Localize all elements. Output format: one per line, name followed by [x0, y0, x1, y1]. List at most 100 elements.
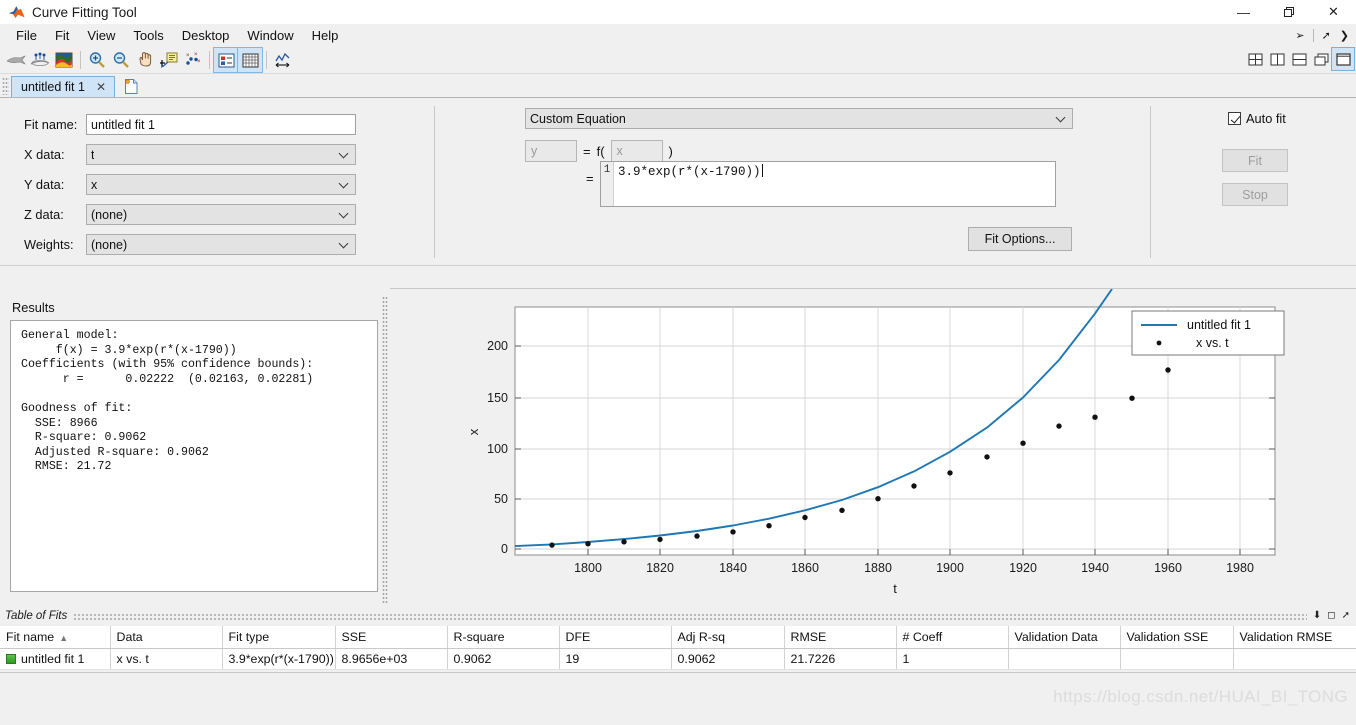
results-output-box[interactable]: General model: f(x) = 3.9*exp(r*(x-1790)…	[10, 320, 378, 592]
zoom-out-icon[interactable]	[109, 48, 133, 72]
menu-tools[interactable]: Tools	[124, 25, 172, 46]
minimize-panel-icon[interactable]: ⬇	[1313, 611, 1321, 621]
table-of-fits: Fit name ▲ Data Fit type SSE R-square DFE…	[0, 626, 1356, 670]
x-data-label: X data:	[24, 147, 65, 162]
grid-toggle-icon[interactable]	[237, 47, 263, 73]
column-header-adj-r-sq[interactable]: Adj R-sq	[671, 626, 785, 649]
stop-button-label: Stop	[1242, 187, 1268, 202]
svg-text:1800: 1800	[574, 561, 602, 575]
column-header-validation-rmse[interactable]: Validation RMSE	[1233, 626, 1356, 649]
column-header-validation-sse[interactable]: Validation SSE	[1120, 626, 1234, 649]
restore-icon	[1283, 7, 1294, 17]
table-header-row: Fit name ▲ Data Fit type SSE R-square DFE…	[0, 626, 1356, 649]
dependent-variable-input[interactable]: y	[525, 140, 577, 162]
zoom-in-icon[interactable]	[85, 48, 109, 72]
column-header-data[interactable]: Data	[110, 626, 223, 649]
menu-window[interactable]: Window	[238, 25, 302, 46]
column-header-rmse[interactable]: RMSE	[784, 626, 897, 649]
weights-select[interactable]: (none)	[86, 234, 356, 255]
maximize-button[interactable]	[1266, 0, 1311, 24]
text-caret	[761, 164, 763, 177]
exclude-outliers-icon[interactable]	[28, 48, 52, 72]
maximize-panel-icon[interactable]: ◻	[1327, 611, 1335, 621]
fit-name-value: untitled fit 1	[91, 117, 155, 132]
layout-horizontal-icon[interactable]	[1288, 48, 1310, 70]
auto-fit-checkbox-row[interactable]: Auto fit	[1228, 111, 1286, 126]
y-data-select[interactable]: x	[86, 174, 356, 195]
cell-n-coeff: 1	[896, 648, 1009, 670]
layout-cascade-icon[interactable]	[1310, 48, 1332, 70]
new-fit-icon[interactable]	[119, 75, 143, 97]
minimize-button[interactable]: —	[1221, 0, 1266, 24]
layout-single-icon[interactable]	[1331, 47, 1355, 71]
close-icon[interactable]: ✕	[93, 80, 109, 94]
surface-plot-icon[interactable]	[52, 48, 76, 72]
column-header-n-coeff[interactable]: # Coeff	[896, 626, 1009, 649]
column-header-fit-type[interactable]: Fit type	[222, 626, 336, 649]
equation-editor[interactable]: 1 3.9*exp(r*(x-1790))	[600, 161, 1056, 207]
equation-expression: 3.9*exp(r*(x-1790))	[618, 165, 761, 179]
cell-fit-type: 3.9*exp(r*(x-1790))	[222, 648, 336, 670]
cell-validation-rmse	[1233, 648, 1356, 670]
column-header-validation-data[interactable]: Validation Data	[1008, 626, 1121, 649]
table-row[interactable]: untitled fit 1 x vs. t 3.9*exp(r*(x-1790…	[0, 648, 1356, 670]
menu-file[interactable]: File	[7, 25, 46, 46]
close-button[interactable]: ✕	[1311, 0, 1356, 24]
table-of-fits-header: Table of Fits ⬇ ◻ ➚	[0, 608, 1356, 624]
tab-untitled-fit-1[interactable]: untitled fit 1 ✕	[11, 76, 115, 97]
column-header-dfe[interactable]: DFE	[559, 626, 672, 649]
z-data-label: Z data:	[24, 207, 64, 222]
exclude-points-icon[interactable]: × × ×	[181, 48, 205, 72]
fit-type-select[interactable]: Custom Equation	[525, 108, 1073, 129]
chevron-down-icon	[1057, 114, 1066, 123]
x-data-select[interactable]: t	[86, 144, 356, 165]
cell-validation-data	[1008, 648, 1121, 670]
panel-drag-handle[interactable]	[73, 612, 1307, 620]
column-header-r-square[interactable]: R-square	[447, 626, 560, 649]
expand-icon[interactable]: ❯	[1337, 30, 1352, 42]
plot-panel[interactable]: untitled fit 1 x vs. t 1800 1820 1840 1860…	[390, 288, 1356, 605]
menu-fit[interactable]: Fit	[46, 25, 78, 46]
fit-curve-icon[interactable]	[4, 48, 28, 72]
axes-limits-icon[interactable]	[271, 48, 295, 72]
plot-legend[interactable]: untitled fit 1 x vs. t	[1131, 310, 1285, 356]
column-header-fit-name[interactable]: Fit name ▲	[0, 626, 111, 649]
fit-name-input[interactable]: untitled fit 1	[86, 114, 356, 135]
menu-view[interactable]: View	[78, 25, 124, 46]
chevron-down-icon	[340, 180, 349, 189]
menu-help[interactable]: Help	[303, 25, 348, 46]
results-plot-splitter[interactable]	[382, 296, 388, 604]
undock-icon[interactable]: ➢	[1292, 30, 1307, 42]
z-data-select[interactable]: (none)	[86, 204, 356, 225]
svg-text:1940: 1940	[1081, 561, 1109, 575]
z-data-value: (none)	[91, 207, 128, 222]
fit-name-row: Fit name: untitled fit 1	[24, 114, 384, 135]
svg-text:1840: 1840	[719, 561, 747, 575]
dock-icon[interactable]: ➚	[1319, 30, 1334, 42]
cell-data: x vs. t	[110, 648, 223, 670]
pan-icon[interactable]	[133, 48, 157, 72]
layout-quad-icon[interactable]	[1244, 48, 1266, 70]
svg-text:×: ×	[194, 52, 198, 58]
x-axis-label: t	[893, 581, 897, 596]
tab-strip-grip[interactable]	[2, 77, 9, 95]
legend-toggle-icon[interactable]	[213, 47, 239, 73]
menu-right-controls: ➢ ➚ ❯	[1292, 24, 1352, 47]
window-controls: — ✕	[1221, 0, 1356, 24]
fit-button[interactable]: Fit	[1222, 149, 1288, 172]
svg-text:1960: 1960	[1154, 561, 1182, 575]
stop-button[interactable]: Stop	[1222, 183, 1288, 206]
auto-fit-label: Auto fit	[1246, 111, 1286, 126]
cell-validation-sse	[1120, 648, 1234, 670]
layout-vertical-icon[interactable]	[1266, 48, 1288, 70]
column-header-sse[interactable]: SSE	[335, 626, 448, 649]
main-toolbar: × × ×	[0, 47, 1356, 74]
fit-options-button[interactable]: Fit Options...	[968, 227, 1072, 251]
data-cursor-icon[interactable]	[157, 48, 181, 72]
function-open: f(	[596, 143, 605, 159]
legend-label-data: x vs. t	[1196, 336, 1229, 350]
independent-variable-input[interactable]: x	[610, 140, 663, 162]
undock-panel-icon[interactable]: ➚	[1342, 611, 1350, 621]
auto-fit-checkbox[interactable]	[1228, 112, 1241, 125]
menu-desktop[interactable]: Desktop	[173, 25, 239, 46]
